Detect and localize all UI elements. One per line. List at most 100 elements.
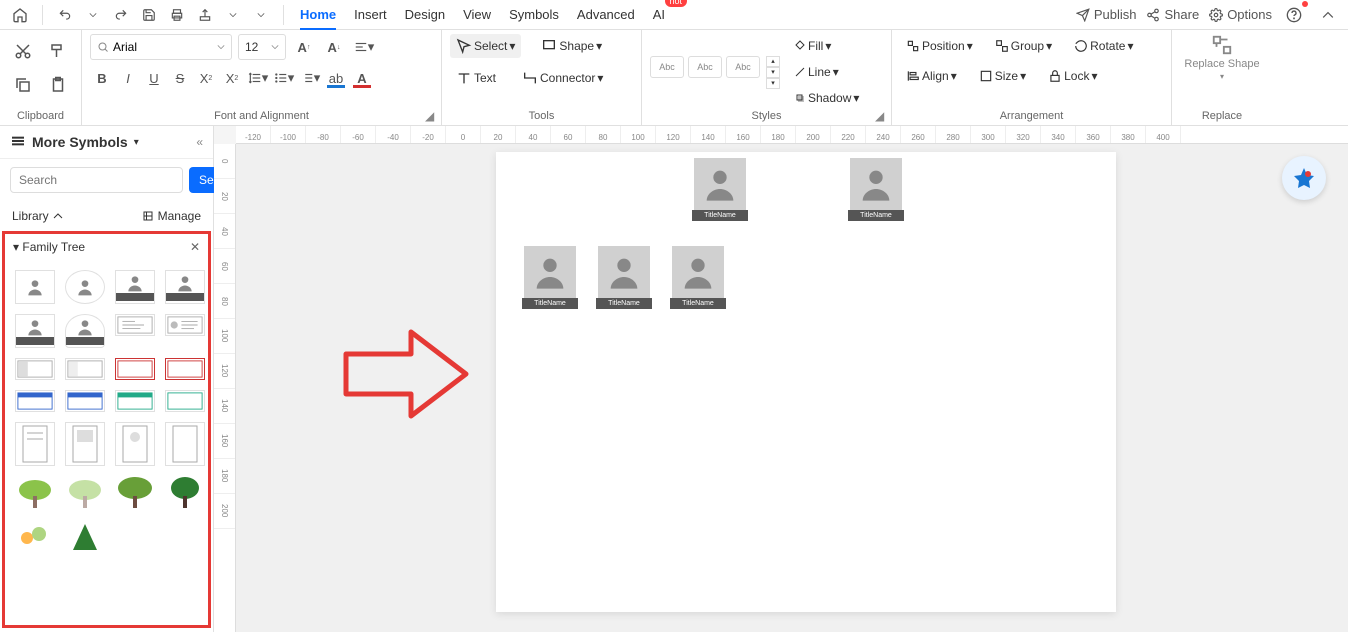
tab-view[interactable]: View	[463, 1, 491, 28]
tab-home[interactable]: Home	[300, 1, 336, 28]
person-card[interactable]: TitleName	[522, 246, 578, 309]
line-button[interactable]: Line ▾	[788, 60, 865, 84]
collapse-sidebar-icon[interactable]: «	[196, 135, 203, 149]
collapse-ribbon-icon[interactable]	[1316, 3, 1340, 27]
gallery-more-icon[interactable]: ▾	[766, 78, 780, 89]
symbol-item[interactable]	[65, 422, 105, 466]
person-card[interactable]: TitleName	[670, 246, 726, 309]
print-icon[interactable]	[165, 3, 189, 27]
symbol-item[interactable]	[65, 476, 105, 510]
shape-tool-button[interactable]: Shape ▾	[535, 34, 608, 58]
symbol-item[interactable]	[15, 476, 55, 510]
drawing-page[interactable]: TitleNameTitleNameTitleNameTitleNameTitl…	[496, 152, 1116, 612]
more-icon[interactable]	[249, 3, 273, 27]
font-color-icon[interactable]: A	[350, 66, 374, 90]
help-icon[interactable]	[1282, 3, 1306, 27]
gallery-up-icon[interactable]: ▴	[766, 56, 780, 67]
line-spacing-icon[interactable]: ▾	[246, 66, 270, 90]
symbol-item[interactable]	[65, 270, 105, 304]
gallery-down-icon[interactable]: ▾	[766, 67, 780, 78]
cut-icon[interactable]	[8, 34, 39, 68]
save-icon[interactable]	[137, 3, 161, 27]
symbol-item[interactable]	[65, 314, 105, 348]
align-button[interactable]: Align ▾	[900, 64, 963, 88]
style-swatch[interactable]: Abc	[726, 56, 760, 78]
tab-ai[interactable]: AIhot	[653, 1, 665, 28]
options-button[interactable]: Options	[1209, 7, 1272, 22]
subscript-icon[interactable]: X2	[220, 66, 244, 90]
person-card[interactable]: TitleName	[848, 158, 904, 221]
connector-tool-button[interactable]: Connector ▾	[516, 66, 609, 90]
library-toggle[interactable]: Library	[12, 209, 63, 223]
symbol-item[interactable]	[15, 314, 55, 348]
strikethrough-icon[interactable]: S	[168, 66, 192, 90]
export-icon[interactable]	[193, 3, 217, 27]
home-icon[interactable]	[8, 3, 32, 27]
superscript-icon[interactable]: X2	[194, 66, 218, 90]
style-swatch[interactable]: Abc	[650, 56, 684, 78]
numbered-list-icon[interactable]: ▾	[298, 66, 322, 90]
chevron-down-icon[interactable]	[81, 3, 105, 27]
select-tool-button[interactable]: Select ▾	[450, 34, 521, 58]
search-input[interactable]	[10, 167, 183, 193]
undo-icon[interactable]	[53, 3, 77, 27]
align-menu-icon[interactable]: ▾	[352, 35, 376, 59]
style-gallery[interactable]: Abc Abc Abc ▴ ▾ ▾	[650, 56, 780, 89]
symbol-item[interactable]	[115, 270, 155, 304]
decrease-font-icon[interactable]: A↓	[322, 35, 346, 59]
symbol-item[interactable]	[115, 390, 155, 412]
group-button[interactable]: Group ▾	[989, 34, 1058, 58]
tab-symbols[interactable]: Symbols	[509, 1, 559, 28]
dialog-launcher-icon[interactable]: ◢	[875, 109, 887, 121]
paste-icon[interactable]	[43, 68, 74, 102]
copy-icon[interactable]	[8, 68, 39, 102]
redo-icon[interactable]	[109, 3, 133, 27]
rotate-button[interactable]: Rotate ▾	[1068, 34, 1139, 58]
symbol-item[interactable]	[65, 390, 105, 412]
font-family-combo[interactable]	[90, 34, 232, 60]
symbol-item[interactable]	[65, 520, 105, 554]
font-size-combo[interactable]: 12	[238, 34, 286, 60]
symbol-item[interactable]	[115, 314, 155, 336]
collapse-panel-icon[interactable]: ▾	[13, 240, 19, 254]
symbol-item[interactable]	[165, 476, 205, 510]
symbol-item[interactable]	[115, 358, 155, 380]
manage-button[interactable]: Manage	[142, 209, 201, 223]
symbol-item[interactable]	[165, 358, 205, 380]
symbol-item[interactable]	[15, 520, 55, 554]
symbol-item[interactable]	[15, 358, 55, 380]
publish-button[interactable]: Publish	[1076, 7, 1137, 22]
close-icon[interactable]: ✕	[190, 240, 200, 254]
format-painter-icon[interactable]	[43, 34, 74, 68]
shadow-button[interactable]: Shadow ▾	[788, 86, 865, 110]
bold-icon[interactable]: B	[90, 66, 114, 90]
symbol-item[interactable]	[115, 476, 155, 510]
position-button[interactable]: Position ▾	[900, 34, 979, 58]
person-card[interactable]: TitleName	[692, 158, 748, 221]
size-button[interactable]: Size ▾	[973, 64, 1032, 88]
chevron-down-icon[interactable]	[221, 3, 245, 27]
symbol-item[interactable]	[15, 270, 55, 304]
replace-shape-button[interactable]: Replace Shape ▾	[1180, 34, 1264, 81]
symbol-item[interactable]	[15, 422, 55, 466]
share-button[interactable]: Share	[1146, 7, 1199, 22]
canvas[interactable]: TitleNameTitleNameTitleNameTitleNameTitl…	[236, 144, 1348, 632]
italic-icon[interactable]: I	[116, 66, 140, 90]
style-swatch[interactable]: Abc	[688, 56, 722, 78]
symbol-item[interactable]	[165, 422, 205, 466]
symbol-item[interactable]	[165, 390, 205, 412]
assistant-badge-icon[interactable]	[1282, 156, 1326, 200]
symbol-item[interactable]	[165, 314, 205, 336]
symbol-item[interactable]	[115, 422, 155, 466]
highlight-color-icon[interactable]: ab	[324, 66, 348, 90]
tab-design[interactable]: Design	[405, 1, 445, 28]
symbol-item[interactable]	[165, 270, 205, 304]
dialog-launcher-icon[interactable]: ◢	[425, 109, 437, 121]
text-tool-button[interactable]: Text	[450, 66, 502, 90]
lock-button[interactable]: Lock ▾	[1042, 64, 1103, 88]
symbol-item[interactable]	[65, 358, 105, 380]
tab-advanced[interactable]: Advanced	[577, 1, 635, 28]
underline-icon[interactable]: U	[142, 66, 166, 90]
symbol-item[interactable]	[15, 390, 55, 412]
font-family-input[interactable]	[113, 40, 213, 54]
